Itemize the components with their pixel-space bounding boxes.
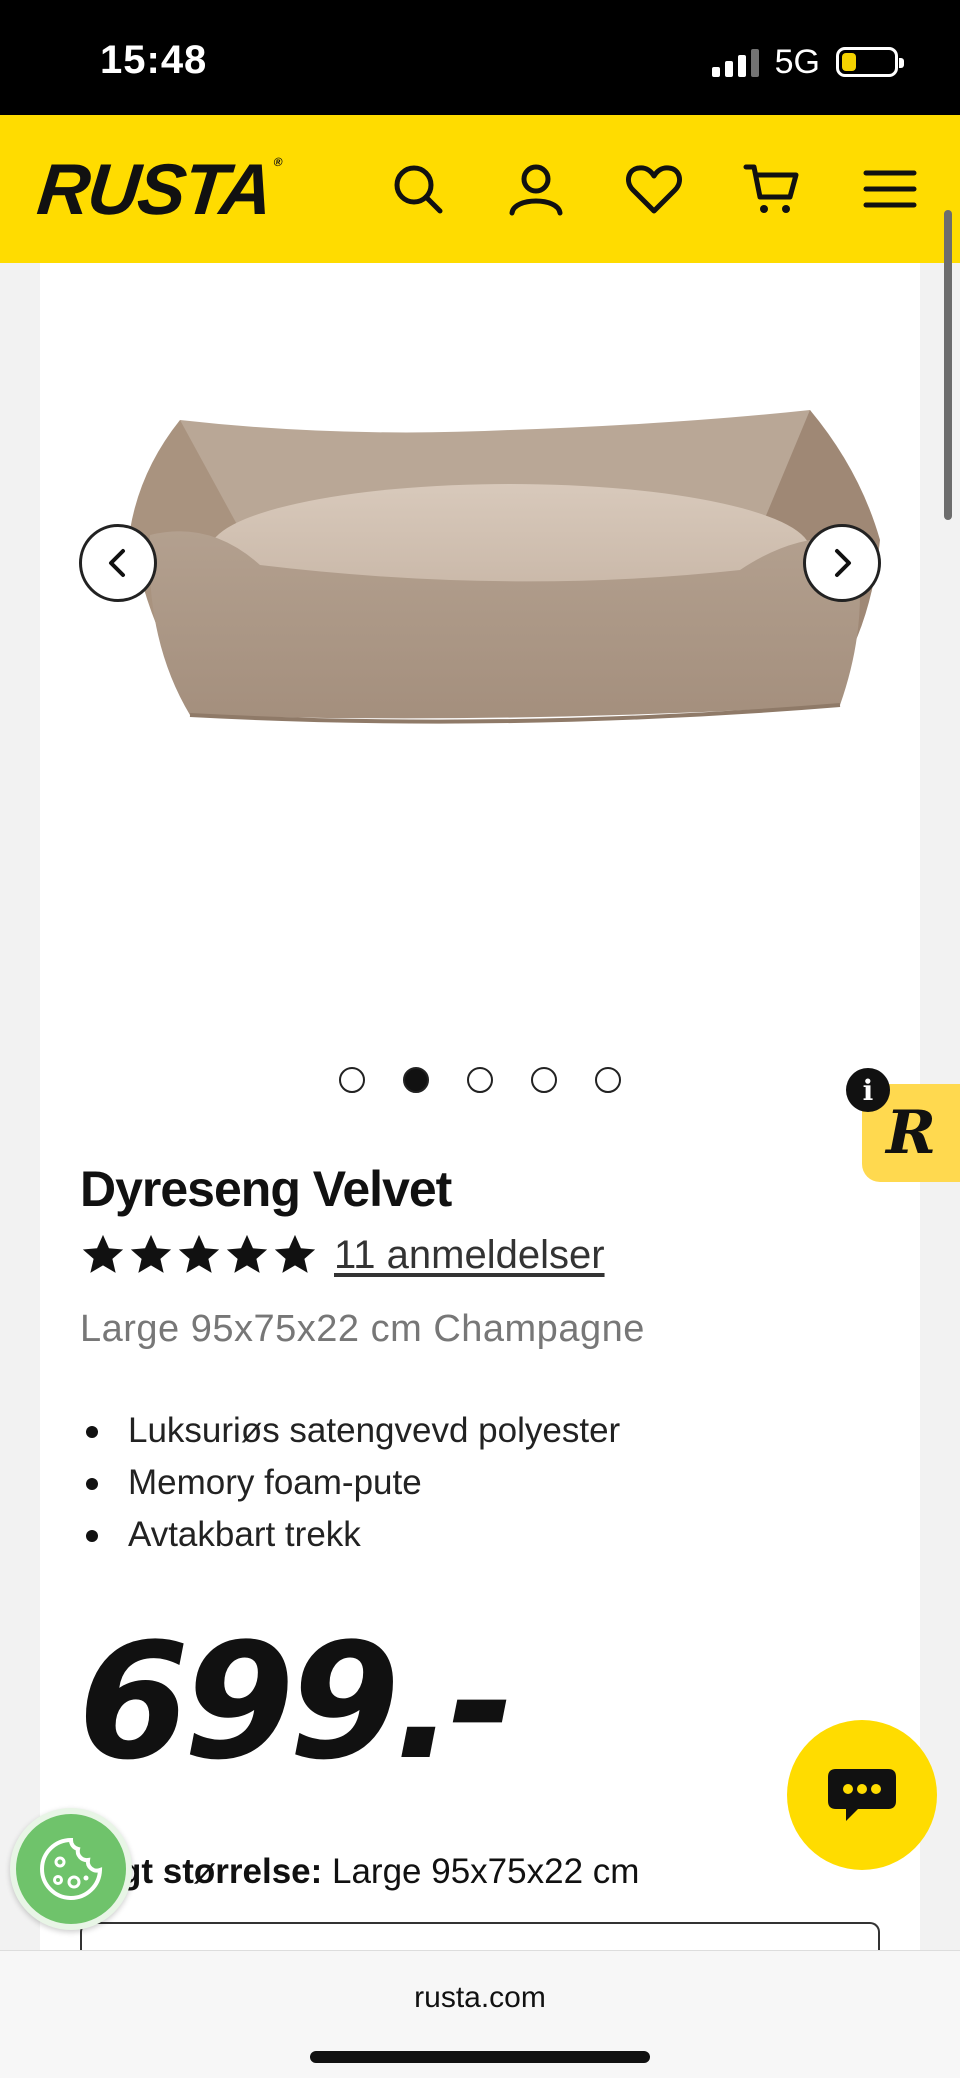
chevron-left-icon bbox=[109, 549, 125, 577]
account-icon[interactable] bbox=[506, 159, 566, 219]
menu-icon[interactable] bbox=[860, 159, 920, 219]
carousel-next-button[interactable] bbox=[803, 524, 881, 602]
product-image[interactable] bbox=[40, 380, 920, 740]
info-icon[interactable]: i bbox=[846, 1068, 890, 1112]
chat-icon bbox=[828, 1769, 896, 1821]
cart-icon[interactable] bbox=[742, 159, 802, 219]
carousel-dots bbox=[339, 1067, 621, 1093]
star-icon bbox=[130, 1234, 172, 1273]
chat-button[interactable] bbox=[787, 1720, 937, 1870]
star-icon bbox=[82, 1234, 124, 1273]
carousel-dot[interactable] bbox=[595, 1067, 621, 1093]
network-type: 5G bbox=[774, 42, 820, 81]
product-price: 699.- bbox=[78, 1608, 515, 1795]
badge-letter: R bbox=[886, 1098, 936, 1168]
size-label-key: gt størrelse: bbox=[120, 1852, 323, 1891]
feature-item: Memory foam-pute bbox=[80, 1457, 620, 1509]
size-selection-label: gt størrelse: Large 95x75x22 cm bbox=[120, 1852, 639, 1892]
carousel-prev-button[interactable] bbox=[79, 524, 157, 602]
carousel-dot[interactable] bbox=[467, 1067, 493, 1093]
url-text[interactable]: rusta.com bbox=[0, 1981, 960, 2015]
status-bar: 15:48 5G bbox=[0, 0, 960, 115]
scrollbar-thumb[interactable] bbox=[944, 210, 952, 520]
browser-url-bar[interactable]: rusta.com bbox=[0, 1950, 960, 2078]
status-indicators: 5G bbox=[711, 42, 904, 82]
reviews-link[interactable]: 11 anmeldelser bbox=[334, 1233, 605, 1278]
star-icon bbox=[226, 1234, 268, 1273]
home-indicator[interactable] bbox=[310, 2051, 650, 2063]
carousel-dot[interactable] bbox=[531, 1067, 557, 1093]
star-icon bbox=[178, 1234, 220, 1273]
feature-list: Luksuriøs satengvevd polyester Memory fo… bbox=[80, 1405, 620, 1561]
search-icon[interactable] bbox=[388, 159, 448, 219]
carousel-dot[interactable] bbox=[339, 1067, 365, 1093]
signal-icon bbox=[711, 47, 759, 77]
carousel-dot-active[interactable] bbox=[403, 1067, 429, 1093]
star-icon bbox=[274, 1234, 316, 1273]
star-rating bbox=[80, 1232, 318, 1278]
site-header: RUSTA® bbox=[0, 115, 960, 263]
size-label-value: Large 95x75x22 cm bbox=[322, 1852, 640, 1891]
rating-row: 11 anmeldelser bbox=[80, 1232, 605, 1278]
heart-icon[interactable] bbox=[624, 159, 684, 219]
cookie-icon bbox=[40, 1837, 103, 1900]
feature-item: Luksuriøs satengvevd polyester bbox=[80, 1405, 620, 1457]
product-variant: Large 95x75x22 cm Champagne bbox=[80, 1308, 645, 1350]
product-title: Dyreseng Velvet bbox=[80, 1161, 452, 1217]
feature-item: Avtakbart trekk bbox=[80, 1509, 620, 1561]
cookie-settings-button[interactable] bbox=[10, 1808, 132, 1930]
rusta-logo[interactable]: RUSTA® bbox=[34, 149, 282, 231]
status-time: 15:48 bbox=[100, 38, 208, 82]
battery-icon bbox=[836, 47, 904, 77]
chevron-right-icon bbox=[835, 549, 851, 577]
